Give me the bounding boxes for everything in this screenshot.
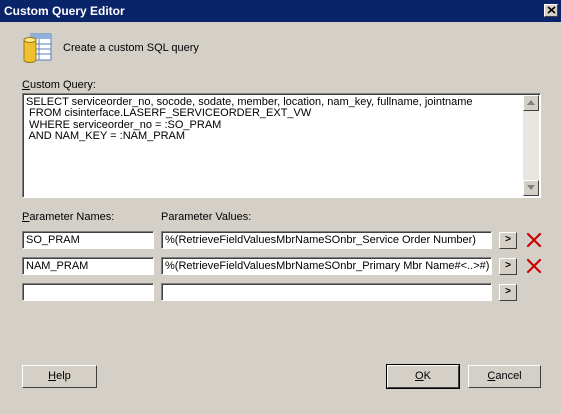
query-scrollbar[interactable] xyxy=(523,95,539,196)
parameter-value-field[interactable]: %(RetrieveFieldValuesMbrNameSOnbr_Servic… xyxy=(161,231,492,249)
arrow-down-icon xyxy=(527,185,535,190)
parameter-name-field[interactable]: NAM_PRAM xyxy=(22,257,154,275)
browse-value-button[interactable]: > xyxy=(499,258,517,275)
browse-value-button[interactable]: > xyxy=(499,284,517,301)
scroll-up-button[interactable] xyxy=(523,95,539,111)
custom-query-textarea[interactable]: SELECT serviceorder_no, socode, sodate, … xyxy=(22,93,541,198)
ok-button[interactable]: OK xyxy=(386,364,460,389)
window-title: Custom Query Editor xyxy=(4,4,125,18)
parameter-values-label: Parameter Values: xyxy=(161,211,252,223)
parameter-names-label: Parameter Names: xyxy=(22,211,115,223)
parameter-name-field[interactable]: SO_PRAM xyxy=(22,231,154,249)
delete-icon[interactable] xyxy=(526,232,542,248)
parameter-value-field[interactable]: %(RetrieveFieldValuesMbrNameSOnbr_Primar… xyxy=(161,257,492,275)
browse-value-button[interactable]: > xyxy=(499,232,517,249)
parameter-value-field[interactable] xyxy=(161,283,492,301)
arrow-up-icon xyxy=(527,100,535,105)
cancel-button[interactable]: Cancel xyxy=(468,365,541,388)
database-table-icon xyxy=(23,33,52,63)
scroll-down-button[interactable] xyxy=(523,180,539,196)
delete-icon[interactable] xyxy=(526,258,542,274)
help-button[interactable]: Help xyxy=(22,365,97,388)
dialog-body: Create a custom SQL query Custom Query: … xyxy=(0,22,561,414)
close-icon xyxy=(547,6,556,14)
close-button[interactable] xyxy=(544,4,558,17)
header-text: Create a custom SQL query xyxy=(63,42,199,54)
custom-query-label: Custom Query: xyxy=(22,79,96,91)
query-text: SELECT serviceorder_no, socode, sodate, … xyxy=(26,96,473,142)
parameter-name-field[interactable] xyxy=(22,283,154,301)
title-bar: Custom Query Editor xyxy=(0,0,561,22)
